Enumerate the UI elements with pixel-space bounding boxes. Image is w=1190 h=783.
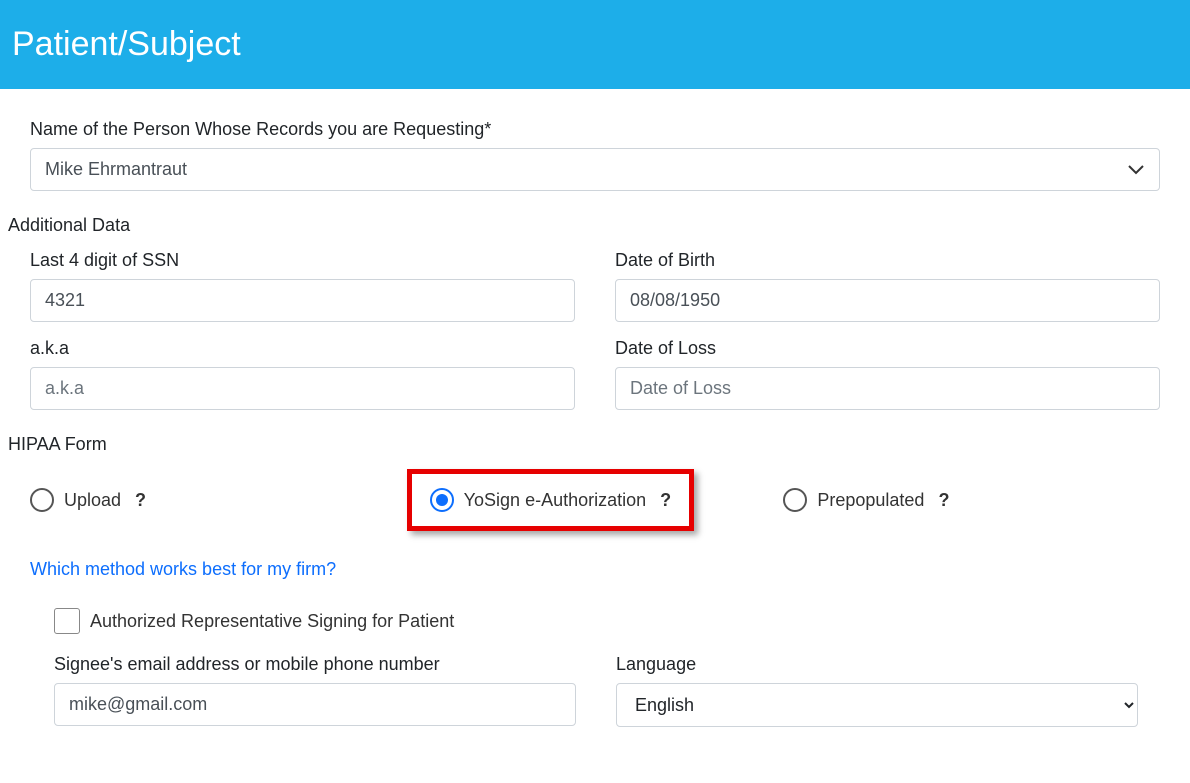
help-icon[interactable]: ? bbox=[135, 490, 146, 511]
help-icon[interactable]: ? bbox=[938, 490, 949, 511]
radio-circle-yosign bbox=[430, 488, 454, 512]
radio-prepopulated[interactable]: Prepopulated ? bbox=[783, 469, 1160, 531]
ssn-input[interactable] bbox=[30, 279, 575, 322]
form-content: Name of the Person Whose Records you are… bbox=[0, 89, 1190, 757]
yosign-highlight: YoSign e-Authorization ? bbox=[407, 469, 694, 531]
page-title: Patient/Subject bbox=[12, 25, 1178, 64]
name-label: Name of the Person Whose Records you are… bbox=[30, 119, 1160, 140]
language-select[interactable]: English bbox=[616, 683, 1138, 727]
signee-input[interactable] bbox=[54, 683, 576, 726]
radio-label-upload: Upload bbox=[64, 490, 121, 511]
radio-label-prepopulated: Prepopulated bbox=[817, 490, 924, 511]
help-link[interactable]: Which method works best for my firm? bbox=[30, 559, 336, 580]
name-select-value: Mike Ehrmantraut bbox=[30, 148, 1160, 191]
authorized-rep-checkbox[interactable] bbox=[54, 608, 80, 634]
language-label: Language bbox=[616, 654, 1138, 675]
radio-label-yosign: YoSign e-Authorization bbox=[464, 490, 646, 511]
dob-label: Date of Birth bbox=[615, 250, 1160, 271]
additional-data-label: Additional Data bbox=[8, 215, 1182, 236]
radio-circle-prepopulated bbox=[783, 488, 807, 512]
hipaa-label: HIPAA Form bbox=[8, 434, 1182, 455]
name-select[interactable]: Mike Ehrmantraut bbox=[30, 148, 1160, 191]
authorized-rep-label: Authorized Representative Signing for Pa… bbox=[90, 611, 454, 632]
help-icon[interactable]: ? bbox=[660, 490, 671, 511]
radio-yosign[interactable]: YoSign e-Authorization ? bbox=[430, 488, 671, 512]
radio-circle-upload bbox=[30, 488, 54, 512]
signee-label: Signee's email address or mobile phone n… bbox=[54, 654, 576, 675]
aka-label: a.k.a bbox=[30, 338, 575, 359]
aka-input[interactable] bbox=[30, 367, 575, 410]
page-header: Patient/Subject bbox=[0, 0, 1190, 89]
dol-input[interactable] bbox=[615, 367, 1160, 410]
dol-label: Date of Loss bbox=[615, 338, 1160, 359]
ssn-label: Last 4 digit of SSN bbox=[30, 250, 575, 271]
dob-input[interactable] bbox=[615, 279, 1160, 322]
radio-upload[interactable]: Upload ? bbox=[30, 469, 407, 531]
